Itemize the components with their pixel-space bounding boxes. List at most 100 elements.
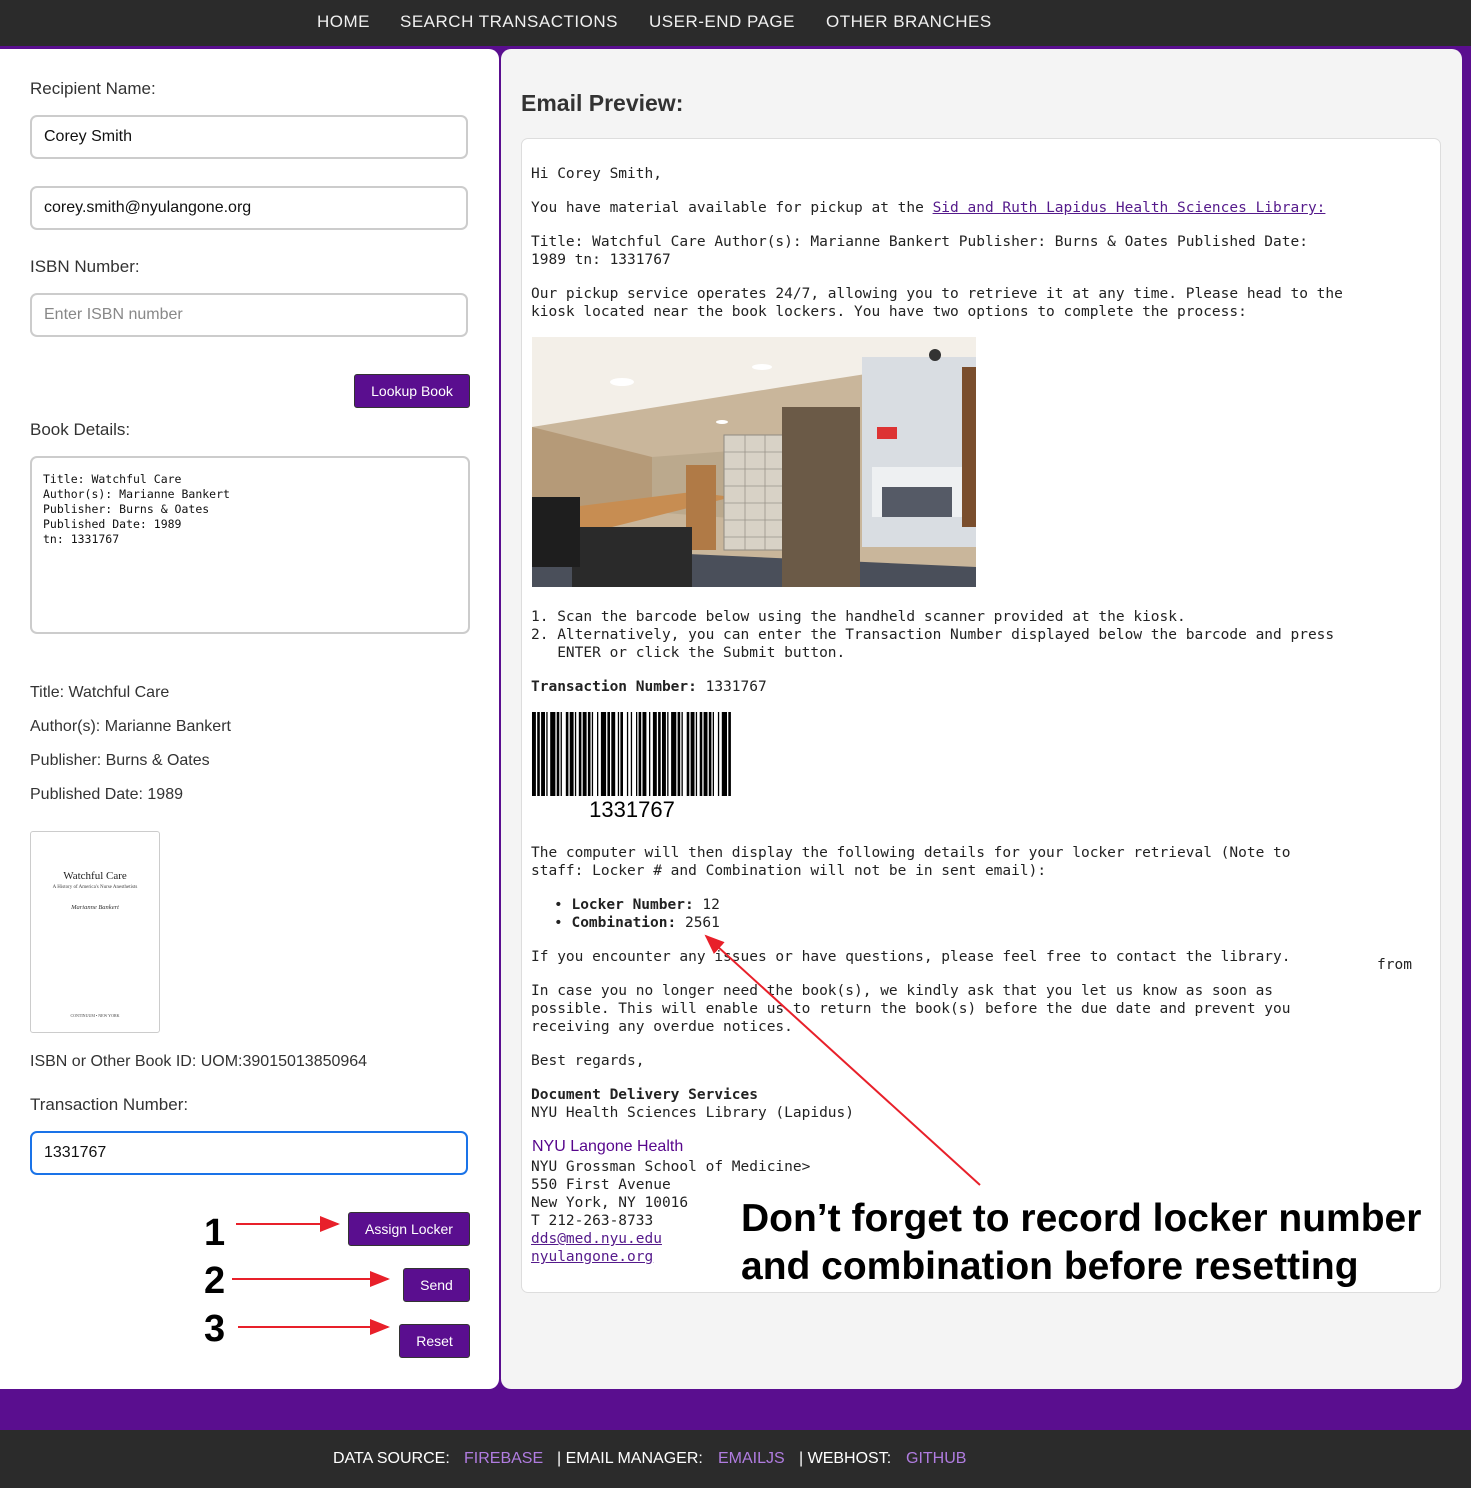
email-display-line-1: The computer will then display the follo… — [531, 845, 1291, 861]
nav-home[interactable]: HOME — [317, 12, 370, 32]
nav-user-end-page[interactable]: USER-END PAGE — [649, 12, 795, 32]
signature-department: Document Delivery Services — [531, 1086, 758, 1104]
book-details-label: Book Details: — [30, 420, 131, 439]
transaction-number-label: Transaction Number: — [30, 1095, 189, 1114]
email-availability-text: You have material available for pickup a… — [531, 200, 933, 216]
locker-number-label: Locker Number: — [571, 897, 694, 913]
email-service-line-2: kiosk located near the book lockers. You… — [531, 304, 1247, 320]
barcode-bar — [642, 712, 647, 796]
barcode-bar — [652, 712, 657, 796]
barcode-bar — [721, 712, 727, 796]
email-book-line-2: 1989 tn: 1331767 — [531, 252, 671, 268]
txn-label: Transaction Number: — [531, 679, 697, 695]
barcode-bar — [591, 712, 594, 796]
detail-title: Title: Watchful Care — [30, 684, 170, 701]
signature-website-line: nyulangone.org — [531, 1248, 653, 1266]
email-no-longer-line-3: receiving any overdue notices. — [531, 1019, 793, 1035]
barcode-bar — [686, 712, 690, 796]
signature-address-1: 550 First Avenue — [531, 1177, 671, 1193]
barcode-bar — [649, 712, 651, 796]
email-display-line-2: staff: Locker # and Combination will not… — [531, 863, 1047, 879]
reset-button[interactable]: Reset — [399, 1324, 470, 1358]
email-transaction-number: Transaction Number: 1331767 — [531, 678, 767, 696]
signature-library: NYU Health Sciences Library (Lapidus) — [531, 1105, 855, 1121]
barcode-bar — [681, 712, 683, 796]
footer-email-manager-label: | EMAIL MANAGER: — [557, 1450, 703, 1467]
email-regards: Best regards, — [531, 1053, 645, 1069]
book-details-textarea[interactable]: Title: Watchful Care Author(s): Marianne… — [30, 456, 470, 634]
barcode-bar — [600, 712, 607, 796]
email-book-line-1: Title: Watchful Care Author(s): Marianne… — [531, 234, 1308, 250]
email-greeting: Hi Corey Smith, — [531, 166, 662, 182]
nav-search-transactions[interactable]: SEARCH TRANSACTIONS — [400, 12, 618, 32]
send-button[interactable]: Send — [403, 1268, 470, 1302]
txn-value: 1331767 — [696, 679, 767, 695]
combination-value: 2561 — [676, 915, 720, 931]
barcode-bar — [607, 712, 610, 796]
footer-emailjs-link[interactable]: EMAILJS — [718, 1450, 785, 1468]
recipient-email-input[interactable] — [30, 186, 468, 230]
footer-firebase-link[interactable]: FIREBASE — [464, 1450, 543, 1468]
transaction-barcode — [532, 712, 731, 796]
recipient-name-label: Recipient Name: — [30, 79, 156, 98]
lookup-book-button[interactable]: Lookup Book — [354, 374, 470, 408]
barcode-bar — [699, 712, 703, 796]
step-marker-3: 3 — [204, 1308, 226, 1350]
email-step-2-line-1: 2. Alternatively, you can enter the Tran… — [531, 627, 1335, 643]
barcode-number: 1331767 — [589, 797, 675, 822]
barcode-bar — [638, 712, 642, 796]
email-contact-line: If you encounter any issues or have ques… — [531, 949, 1291, 965]
transaction-number-input[interactable] — [30, 1131, 468, 1175]
signature-email-link[interactable]: dds@med.nyu.edu — [531, 1231, 662, 1247]
barcode-bar — [703, 712, 708, 796]
barcode-bar — [550, 712, 556, 796]
barcode-bar — [541, 712, 545, 796]
combination-item: • Combination: 2561 — [554, 915, 720, 931]
cover-publisher: CONTINUUM • NEW YORK — [70, 1013, 120, 1018]
signature-phone: T 212-263-8733 — [531, 1213, 654, 1229]
barcode-bar — [630, 712, 633, 796]
annotation-callout-line-1: Don’t forget to record locker number — [741, 1197, 1422, 1240]
detail-published-date: Published Date: 1989 — [30, 786, 183, 803]
barcode-bar — [712, 712, 714, 796]
footer-webhost-label: | WEBHOST: — [799, 1450, 892, 1467]
email-step-2-line-2: ENTER or click the Submit button. — [531, 645, 846, 661]
step-marker-1: 1 — [204, 1212, 226, 1254]
nav-other-branches[interactable]: OTHER BRANCHES — [826, 12, 992, 32]
email-service-line-1: Our pickup service operates 24/7, allowi… — [531, 286, 1343, 302]
library-link[interactable]: Sid and Ruth Lapidus Health Sciences Lib… — [933, 200, 1326, 216]
barcode-bar — [537, 712, 540, 796]
footer-data-source-label: DATA SOURCE: — [333, 1450, 450, 1467]
isbn-input[interactable] — [30, 293, 468, 337]
barcode-bar — [611, 712, 616, 796]
barcode-bar — [617, 712, 620, 796]
detail-publisher: Publisher: Burns & Oates — [30, 752, 210, 769]
footer-github-link[interactable]: GITHUB — [906, 1450, 966, 1468]
barcode-bar — [546, 712, 548, 796]
barcode-bar — [671, 712, 677, 796]
step-marker-2: 2 — [204, 1260, 226, 1302]
assign-locker-button[interactable]: Assign Locker — [348, 1212, 470, 1246]
barcode-bar — [677, 712, 681, 796]
barcode-bar — [578, 712, 582, 796]
signature-email-line: dds@med.nyu.edu — [531, 1230, 662, 1248]
locker-room-photo — [532, 337, 976, 587]
locker-number-item: • Locker Number: 12 — [554, 897, 720, 913]
barcode-bar — [587, 712, 591, 796]
barcode-bar — [556, 712, 560, 796]
barcode-bar — [560, 712, 562, 796]
recipient-name-input[interactable] — [30, 115, 468, 159]
annotation-callout-line-2: and combination before resetting — [741, 1245, 1359, 1288]
footer: DATA SOURCE: FIREBASE | EMAIL MANAGER: E… — [0, 1430, 1471, 1488]
book-cover-image: Watchful Care A History of America's Nur… — [30, 831, 160, 1033]
barcode-bar — [708, 712, 712, 796]
email-no-longer-line-1: In case you no longer need the book(s), … — [531, 983, 1274, 999]
locker-number-value: 12 — [693, 897, 720, 913]
combination-label: Combination: — [571, 915, 677, 931]
email-no-longer-line-2: possible. This will enable us to return … — [531, 1001, 1291, 1017]
barcode-bar — [582, 712, 587, 796]
signature-website-link[interactable]: nyulangone.org — [531, 1249, 653, 1265]
purple-band — [0, 1390, 1471, 1428]
barcode-bar — [662, 712, 666, 796]
email-availability-line: You have material available for pickup a… — [531, 199, 1325, 217]
